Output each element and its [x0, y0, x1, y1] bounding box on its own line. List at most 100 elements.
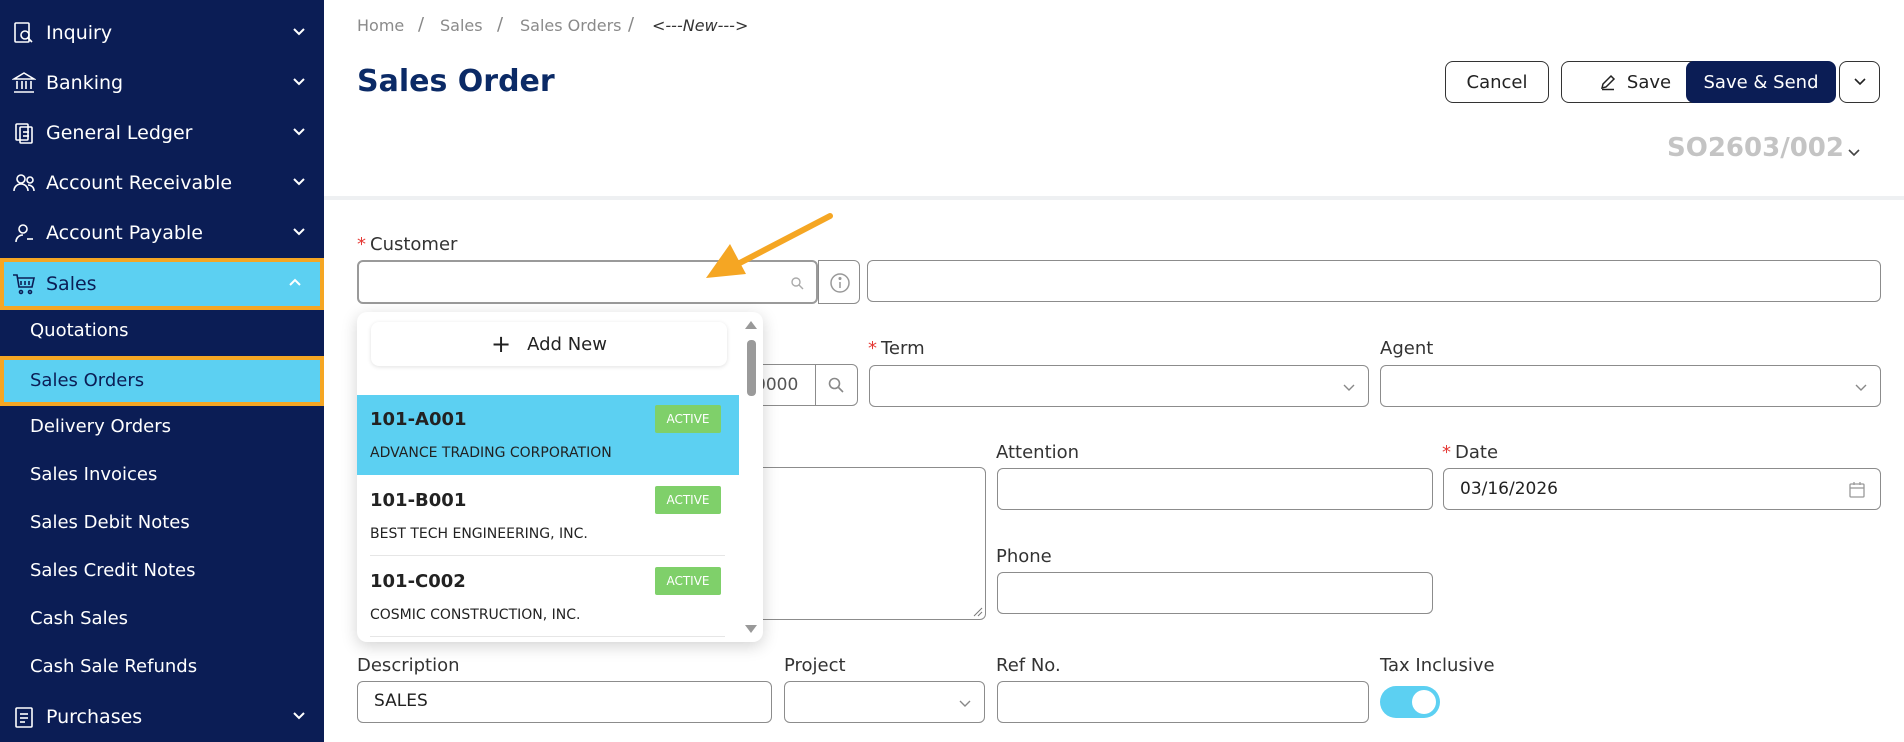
customer-label: * Customer [357, 234, 457, 255]
sidebar: Inquiry Banking General Ledger Account R… [0, 0, 324, 742]
add-new-customer-button[interactable]: + Add New [371, 322, 727, 366]
receivable-icon [13, 174, 35, 192]
save-button-label: Save [1626, 71, 1672, 93]
calendar-icon[interactable] [1848, 481, 1866, 499]
sidebar-item-label: Account Payable [46, 222, 203, 244]
project-select[interactable] [784, 681, 985, 723]
breadcrumb-home[interactable]: Home [357, 16, 404, 35]
scroll-down-icon[interactable] [744, 624, 758, 634]
doc-number-chevron-icon[interactable] [1845, 144, 1863, 162]
chevron-down-icon [1343, 384, 1355, 391]
attention-label: Attention [996, 442, 1080, 463]
chevron-down-icon [293, 78, 305, 86]
search-icon[interactable] [827, 376, 845, 394]
chevron-down-icon [1853, 78, 1866, 86]
sidebar-item-label: Banking [46, 72, 124, 94]
more-actions-button[interactable] [1839, 61, 1880, 103]
customer-name: COSMIC CONSTRUCTION, INC. [370, 607, 581, 623]
date-label-text: Date [1455, 442, 1499, 463]
add-new-label: Add New [527, 333, 607, 355]
sidebar-item-general-ledger[interactable]: General Ledger [0, 111, 324, 155]
tax-inclusive-toggle[interactable] [1380, 686, 1440, 718]
required-mark: * [868, 338, 877, 359]
chevron-up-icon [289, 278, 301, 286]
customer-name: BEST TECH ENGINEERING, INC. [370, 526, 588, 542]
sidebar-sub-sales-invoices[interactable]: Sales Invoices [0, 454, 324, 498]
chevron-down-icon [959, 700, 971, 707]
tax-inclusive-label: Tax Inclusive [1380, 655, 1495, 676]
status-badge: ACTIVE [655, 405, 721, 433]
breadcrumb-current: <---New---> [652, 16, 749, 35]
required-mark: * [357, 234, 366, 255]
sidebar-sub-sales-debit-notes[interactable]: Sales Debit Notes [0, 502, 324, 546]
header-divider [324, 196, 1904, 200]
project-label: Project [784, 655, 846, 676]
field-divider [815, 365, 816, 405]
sidebar-item-sales[interactable]: Sales [0, 258, 324, 310]
chevron-down-icon [293, 128, 305, 136]
sidebar-item-banking[interactable]: Banking [0, 61, 324, 105]
description-label: Description [357, 655, 460, 676]
address-textarea[interactable] [740, 467, 986, 620]
sidebar-item-label: Purchases [46, 706, 143, 728]
sidebar-item-account-receivable[interactable]: Account Receivable [0, 161, 324, 205]
app: Inquiry Banking General Ledger Account R… [0, 0, 1904, 742]
sidebar-item-account-payable[interactable]: Account Payable [0, 211, 324, 255]
sidebar-sub-quotations[interactable]: Quotations [0, 310, 324, 354]
sidebar-sub-cash-sales[interactable]: Cash Sales [0, 598, 324, 642]
status-badge: ACTIVE [655, 567, 721, 595]
required-mark: * [1442, 442, 1451, 463]
attention-input[interactable] [997, 468, 1433, 510]
sidebar-sub-label: Sales Orders [30, 370, 145, 391]
ref-no-input[interactable] [997, 681, 1369, 723]
breadcrumb-sales[interactable]: Sales [440, 16, 483, 35]
sidebar-sub-label: Cash Sale Refunds [30, 656, 198, 677]
phone-input[interactable] [997, 572, 1433, 614]
date-value: 03/16/2026 [1460, 479, 1558, 499]
sidebar-sub-delivery-orders[interactable]: Delivery Orders [0, 406, 324, 450]
annotation-arrow-icon [706, 213, 833, 278]
agent-select[interactable] [1380, 365, 1881, 407]
toggle-knob [1412, 690, 1436, 714]
breadcrumb-separator: / [418, 14, 425, 35]
sidebar-sub-sales-credit-notes[interactable]: Sales Credit Notes [0, 550, 324, 594]
chevron-down-icon [1855, 384, 1867, 391]
customer-option[interactable]: 101-B001 ACTIVE BEST TECH ENGINEERING, I… [357, 476, 739, 556]
description-value: SALES [374, 691, 428, 711]
term-label-text: Term [881, 338, 925, 359]
chevron-down-icon [293, 178, 305, 186]
sidebar-sub-cash-sale-refunds[interactable]: Cash Sale Refunds [0, 646, 324, 690]
breadcrumb-separator: / [497, 14, 504, 35]
chevron-down-icon [293, 28, 305, 36]
dropdown-scrollbar[interactable] [739, 312, 763, 642]
sidebar-item-label: Inquiry [46, 22, 113, 44]
sidebar-item-purchases[interactable]: Purchases [0, 695, 324, 739]
ledger-icon [15, 123, 33, 144]
term-select[interactable] [869, 365, 1369, 407]
cancel-button-label: Cancel [1466, 71, 1528, 93]
sidebar-item-label: Sales [46, 273, 97, 295]
sidebar-item-label: Account Receivable [46, 172, 233, 194]
sidebar-item-inquiry[interactable]: Inquiry [0, 11, 324, 55]
scrollbar-thumb[interactable] [747, 340, 756, 396]
date-label: * Date [1442, 442, 1498, 463]
sidebar-sub-label: Sales Debit Notes [30, 512, 190, 533]
sidebar-sub-sales-orders[interactable]: Sales Orders [0, 356, 324, 406]
customer-code: 101-C002 [370, 571, 466, 592]
description-input[interactable]: SALES [357, 681, 772, 723]
sidebar-sub-label: Delivery Orders [30, 416, 171, 437]
cancel-button[interactable]: Cancel [1445, 61, 1549, 103]
date-input[interactable]: 03/16/2026 [1443, 468, 1881, 510]
save-send-button[interactable]: Save & Send [1686, 61, 1836, 103]
breadcrumb-separator: / [628, 14, 635, 35]
customer-name-field[interactable] [867, 260, 1881, 302]
customer-option[interactable]: 101-A001 ACTIVE ADVANCE TRADING CORPORAT… [357, 395, 739, 475]
customer-code: 101-B001 [370, 490, 467, 511]
scroll-up-icon[interactable] [744, 320, 758, 330]
plus-icon: + [491, 330, 512, 358]
customer-label-text: Customer [370, 234, 458, 255]
resize-handle-icon[interactable] [971, 605, 983, 617]
customer-dropdown: + Add New 101-A001 ACTIVE ADVANCE TRADIN… [357, 312, 763, 642]
breadcrumb-sales-orders[interactable]: Sales Orders [520, 16, 621, 35]
customer-option[interactable]: 101-C002 ACTIVE COSMIC CONSTRUCTION, INC… [357, 557, 739, 637]
